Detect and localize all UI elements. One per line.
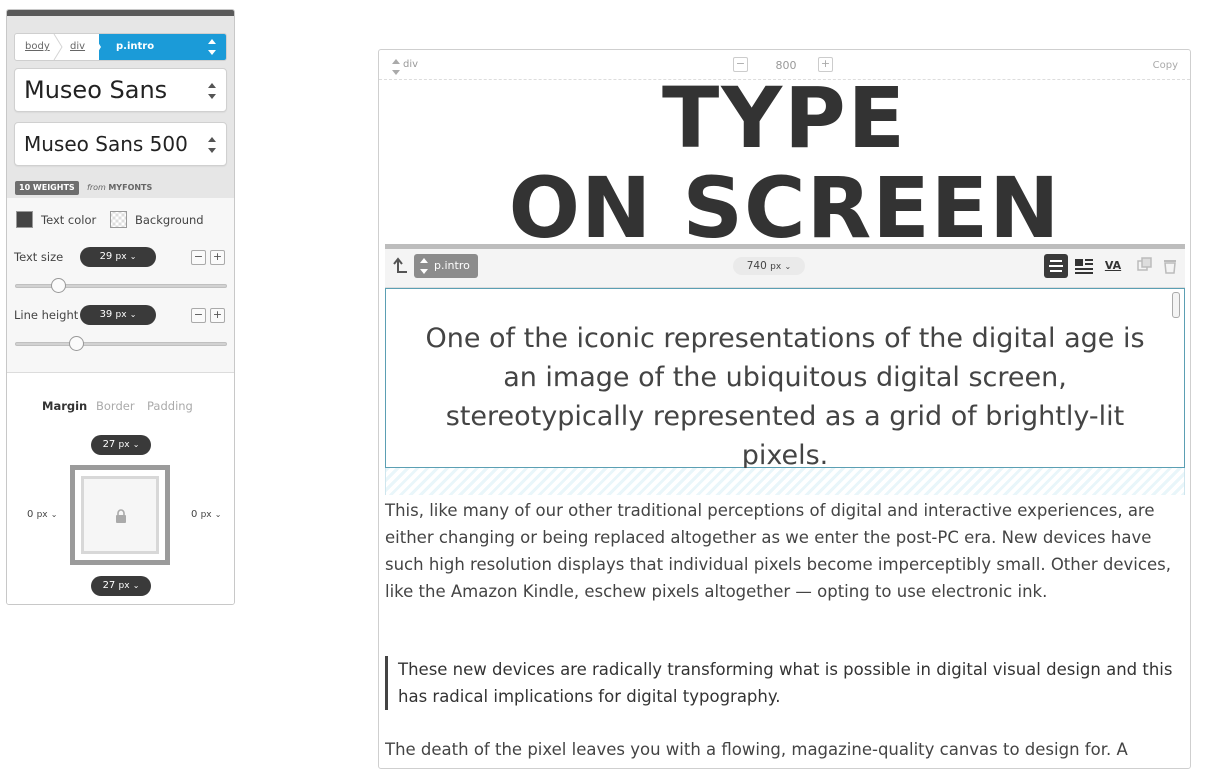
text-size-minus-button[interactable]: −	[191, 250, 206, 265]
weights-badge[interactable]: 10 WEIGHTS	[15, 181, 79, 195]
chevron-down-icon: ⌄	[784, 262, 792, 271]
line-height-slider[interactable]	[15, 342, 227, 346]
chevron-down-icon: ⌄	[129, 310, 137, 319]
headline: TYPE ON SCREEN	[379, 74, 1190, 252]
box-model-section: Margin Border Padding 27 px ⌄ 0 px ⌄ 0 p…	[7, 372, 234, 604]
font-weight-value: Museo Sans 500	[24, 132, 188, 156]
blockquote[interactable]: These new devices are radically transfor…	[385, 656, 1175, 710]
lock-icon[interactable]	[115, 509, 127, 523]
margin-bottom-dropdown[interactable]: 27 px ⌄	[91, 576, 151, 596]
margin-right-unit: px	[200, 510, 212, 520]
line-height-label: Line height	[14, 308, 79, 322]
align-center-icon[interactable]	[1044, 254, 1068, 278]
chevron-down-icon: ⌄	[132, 581, 140, 590]
chevron-down-icon: ⌄	[132, 440, 140, 449]
margin-left-value: 0	[27, 509, 34, 520]
margin-box	[70, 465, 170, 565]
element-width-dropdown[interactable]: 740 px ⌄	[733, 257, 805, 275]
copy-button[interactable]: Copy	[1153, 60, 1178, 71]
breadcrumb: body div p.intro	[14, 33, 227, 61]
chevron-down-icon: ⌄	[50, 510, 58, 519]
font-section: body div p.intro Museo Sans Museo Sans 5…	[7, 10, 234, 198]
line-height-plus-button[interactable]: +	[210, 308, 225, 323]
margin-top-dropdown[interactable]: 27 px ⌄	[91, 435, 151, 455]
font-family-value: Museo Sans	[24, 76, 168, 104]
style-panel: body div p.intro Museo Sans Museo Sans 5…	[6, 9, 235, 605]
margin-indicator	[385, 468, 1185, 495]
tab-padding[interactable]: Padding	[147, 399, 193, 413]
breadcrumb-arrow-icon	[93, 34, 101, 60]
font-source-prefix: from	[87, 183, 106, 192]
margin-right-dropdown[interactable]: 0 px ⌄	[191, 509, 222, 520]
line-height-minus-button[interactable]: −	[191, 308, 206, 323]
margin-bottom-value: 27	[102, 580, 116, 591]
text-wrap-icon[interactable]	[1072, 254, 1096, 278]
chevron-down-icon: ⌄	[129, 252, 137, 261]
tab-margin[interactable]: Margin	[42, 399, 87, 413]
text-size-value: 29	[99, 251, 113, 262]
kerning-button[interactable]: VA	[1101, 254, 1125, 278]
element-toolbar: p.intro 740 px ⌄ VA	[385, 244, 1185, 288]
font-weight-select[interactable]: Museo Sans 500	[14, 122, 227, 166]
line-height-value: 39	[99, 309, 113, 320]
body-paragraph[interactable]: This, like many of our other traditional…	[385, 497, 1175, 605]
breadcrumb-item-div[interactable]: div	[70, 34, 85, 60]
line-height-dropdown[interactable]: 39 px ⌄	[80, 305, 156, 325]
element-width-value: 740	[746, 260, 767, 272]
text-size-plus-button[interactable]: +	[210, 250, 225, 265]
text-size-slider-thumb[interactable]	[51, 278, 66, 293]
background-label: Background	[135, 213, 204, 227]
background-swatch[interactable]	[110, 211, 127, 228]
breadcrumb-stepper-icon[interactable]	[207, 38, 217, 56]
select-parent-icon[interactable]	[393, 257, 411, 275]
chevron-down-icon: ⌄	[214, 510, 222, 519]
text-size-dropdown[interactable]: 29 px ⌄	[80, 247, 156, 267]
font-family-stepper-icon	[207, 82, 217, 100]
line-height-slider-thumb[interactable]	[69, 336, 84, 351]
resize-handle[interactable]	[1172, 292, 1180, 318]
breadcrumb-active-label: p.intro	[116, 41, 155, 52]
tag-stepper-icon	[419, 257, 429, 275]
trash-icon[interactable]	[1158, 254, 1182, 278]
element-box	[81, 476, 159, 554]
breadcrumb-separator-icon	[53, 34, 63, 60]
element-width-unit: px	[770, 262, 782, 272]
headline-line-1: TYPE	[661, 69, 908, 167]
body-paragraph-continued[interactable]: The death of the pixel leaves you with a…	[385, 736, 1185, 763]
font-family-select[interactable]: Museo Sans	[14, 68, 227, 112]
text-size-label: Text size	[14, 250, 64, 264]
text-size-unit: px	[115, 252, 127, 262]
margin-top-unit: px	[118, 440, 130, 450]
margin-left-dropdown[interactable]: 0 px ⌄	[27, 509, 58, 520]
selected-paragraph[interactable]: One of the iconic representations of the…	[385, 288, 1185, 471]
headline-line-2: ON SCREEN	[508, 159, 1061, 257]
duplicate-icon[interactable]	[1133, 254, 1157, 278]
font-weight-stepper-icon	[207, 136, 217, 154]
breadcrumb-item-body[interactable]: body	[25, 34, 50, 60]
text-size-slider[interactable]	[15, 284, 227, 288]
text-color-label: Text color	[41, 213, 97, 227]
element-tag-value: p.intro	[434, 259, 470, 272]
text-color-swatch[interactable]	[16, 211, 33, 228]
tab-border[interactable]: Border	[96, 399, 135, 413]
margin-bottom-unit: px	[118, 581, 130, 591]
font-source: from MYFONTS	[87, 181, 152, 195]
element-tag-label[interactable]: div	[403, 59, 418, 70]
margin-left-unit: px	[36, 510, 48, 520]
intro-text[interactable]: One of the iconic representations of the…	[406, 319, 1164, 475]
element-tag-selector[interactable]: p.intro	[414, 254, 478, 278]
font-source-name[interactable]: MYFONTS	[108, 183, 152, 192]
line-height-unit: px	[115, 310, 127, 320]
margin-right-value: 0	[191, 509, 198, 520]
preview-canvas: div − 800 + Copy TYPE ON SCREEN p.intro …	[378, 49, 1191, 769]
margin-top-value: 27	[102, 439, 116, 450]
